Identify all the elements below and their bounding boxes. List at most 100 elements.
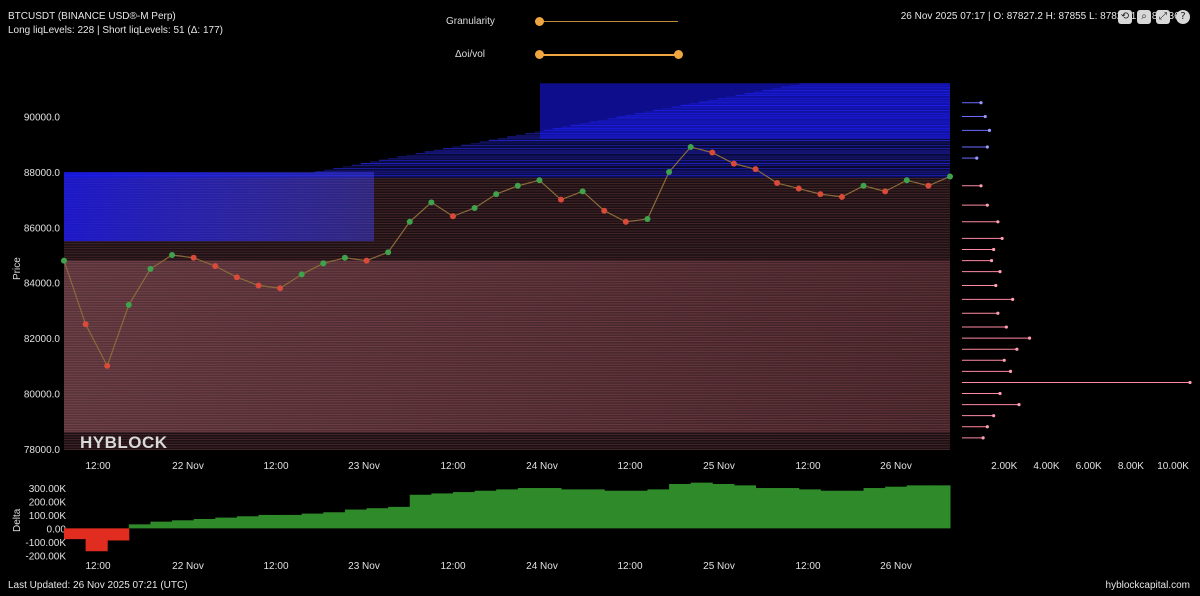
- price-point: [860, 182, 867, 189]
- liquidation-band: [64, 246, 950, 248]
- liquidation-bar-end: [998, 391, 1002, 396]
- delta-bar: [280, 514, 303, 529]
- liquidation-band: [369, 161, 950, 163]
- liquidation-tick-label: 6.00K: [1076, 461, 1102, 472]
- delta-bar: [517, 488, 540, 529]
- liquidation-band: [406, 154, 950, 156]
- liquidation-band: [64, 251, 950, 253]
- brand-link[interactable]: hyblockcapital.com: [1106, 580, 1190, 591]
- expand-icon[interactable]: ⤢: [1156, 10, 1170, 24]
- price-axis-title: Price: [12, 257, 23, 280]
- liquidation-band: [64, 435, 950, 437]
- liquidation-band: [64, 432, 950, 434]
- delta-bar: [625, 490, 648, 529]
- delta-bar: [733, 485, 757, 529]
- oi-vol-slider[interactable]: [540, 54, 678, 56]
- price-point: [925, 182, 932, 189]
- reset-icon[interactable]: ⟲: [1118, 10, 1132, 24]
- delta-tick-label: 0.00: [47, 524, 67, 535]
- liquidation-band: [64, 252, 950, 254]
- time-tick-label: 22 Nov: [172, 461, 204, 472]
- price-tick-label: 78000.0: [24, 445, 61, 456]
- liquidation-band: [324, 169, 950, 171]
- granularity-slider-handle[interactable]: [535, 17, 544, 26]
- liquidation-band: [488, 139, 950, 141]
- price-point: [212, 263, 219, 270]
- time-tick-label: 12:00: [795, 461, 820, 472]
- delta-time-tick-label: 12:00: [795, 561, 820, 572]
- delta-bar: [669, 484, 692, 529]
- delta-tick-label: -100.00K: [25, 538, 66, 549]
- delta-bar: [388, 506, 411, 529]
- delta-series: [64, 482, 951, 552]
- delta-tick-label: -200.00K: [25, 551, 66, 562]
- delta-bar: [172, 520, 195, 529]
- price-point: [255, 282, 262, 289]
- price-point: [320, 260, 327, 267]
- price-tick-label: 82000.0: [24, 334, 61, 345]
- liquidation-bar-end: [1017, 403, 1021, 407]
- delta-bar: [906, 485, 929, 529]
- delta-bar: [690, 482, 713, 529]
- liquidation-bar-end: [979, 101, 983, 105]
- liquidation-heatmap: [64, 83, 951, 451]
- delta-bar: [777, 488, 800, 529]
- watermark-logo: HYBLOCK: [80, 433, 168, 452]
- price-point: [730, 160, 737, 167]
- delta-bar: [798, 489, 821, 529]
- liquidation-bar-end: [996, 311, 1000, 315]
- liquidation-band: [379, 159, 950, 161]
- liquidation-bar-end: [996, 220, 1000, 224]
- delta-bar: [474, 490, 497, 529]
- delta-time-tick-label: 22 Nov: [172, 561, 204, 572]
- delta-bar: [928, 485, 951, 529]
- liquidation-band: [351, 164, 951, 166]
- time-tick-label: 24 Nov: [526, 461, 558, 472]
- delta-bar: [647, 489, 670, 529]
- price-point: [514, 182, 521, 189]
- liquidation-bar-end: [987, 128, 992, 132]
- delta-bar: [64, 528, 87, 540]
- liquidation-band: [388, 158, 951, 160]
- oi-vol-slider-min-handle[interactable]: [535, 50, 544, 59]
- last-updated: Last Updated: 26 Nov 2025 07:21 (UTC): [8, 580, 188, 591]
- liquidation-bar-end: [981, 436, 985, 440]
- liquidation-band: [397, 156, 950, 158]
- liquidation-bar-end: [1000, 236, 1004, 241]
- time-tick-label: 12:00: [617, 461, 642, 472]
- price-point: [277, 285, 284, 292]
- price-point: [882, 188, 889, 195]
- price-point: [341, 254, 348, 261]
- delta-bar: [85, 528, 108, 552]
- liquidation-band: [333, 168, 950, 170]
- delta-bar: [820, 490, 843, 529]
- delta-bar: [409, 494, 432, 529]
- liquidation-band: [64, 440, 950, 442]
- delta-bar: [258, 514, 281, 529]
- oi-vol-slider-max-handle[interactable]: [674, 50, 683, 59]
- delta-bar: [841, 490, 865, 529]
- liquidation-band: [470, 143, 950, 145]
- delta-time-tick-label: 12:00: [263, 561, 288, 572]
- help-icon[interactable]: ?: [1176, 10, 1190, 24]
- liquidation-band: [342, 166, 950, 168]
- time-tick-label: 12:00: [440, 461, 465, 472]
- levels-summary: Long liqLevels: 228 | Short liqLevels: 5…: [8, 25, 223, 36]
- liquidation-band: [64, 447, 950, 449]
- granularity-slider[interactable]: [540, 21, 678, 22]
- zoom-icon[interactable]: ⌕: [1137, 10, 1151, 24]
- price-point: [622, 218, 629, 225]
- liquidation-bar-end: [985, 145, 989, 149]
- delta-bar: [107, 528, 130, 541]
- price-point: [579, 188, 586, 195]
- liquidation-bar-end: [1008, 369, 1013, 373]
- liquidation-band: [360, 163, 950, 165]
- liquidation-bar-end: [1188, 380, 1192, 385]
- delta-bar: [452, 492, 476, 529]
- delta-bar: [366, 508, 389, 529]
- liquidation-bar-end: [985, 203, 989, 207]
- liquidation-bar-end: [983, 114, 987, 119]
- price-point: [363, 257, 370, 264]
- delta-time-tick-label: 24 Nov: [526, 561, 558, 572]
- liquidation-bar-end: [998, 270, 1002, 274]
